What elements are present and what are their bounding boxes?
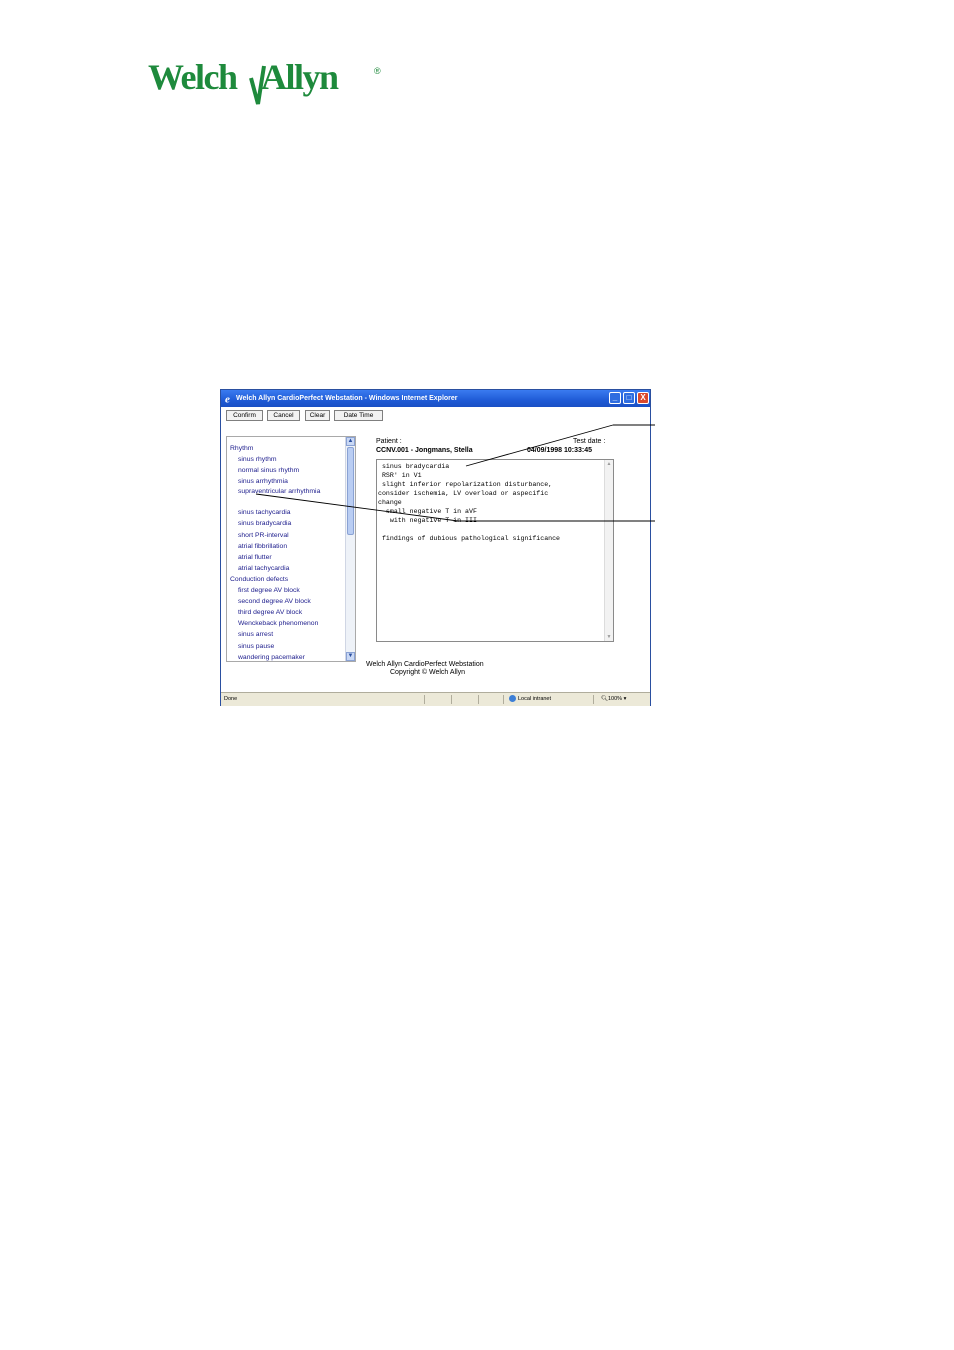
svg-text:®: ® xyxy=(374,66,381,76)
list-item[interactable]: supraventricular arrhythmia xyxy=(227,487,345,507)
list-item[interactable]: atrial tachycardia xyxy=(227,563,345,574)
logo-graphic: Welch Allyn ® xyxy=(148,57,381,105)
list-item[interactable]: short PR-interval xyxy=(227,530,345,541)
svg-text:Allyn: Allyn xyxy=(261,57,339,97)
list-scrollbar[interactable]: ▲ ▼ xyxy=(345,437,355,661)
footer-product: Welch Allyn CardioPerfect Webstation xyxy=(366,661,484,668)
confirm-button[interactable]: Confirm xyxy=(226,410,263,421)
chevron-down-icon[interactable]: ▾ xyxy=(624,696,627,702)
list-item[interactable]: sinus rhythm xyxy=(227,454,345,465)
zoom-value: 100% xyxy=(607,696,623,702)
list-item[interactable]: third degree AV block xyxy=(227,607,345,618)
list-item[interactable]: sinus pause xyxy=(227,641,345,652)
toolbar: Confirm Cancel Clear Date Time xyxy=(221,407,650,423)
close-button[interactable]: X xyxy=(637,392,649,404)
report-textarea[interactable]: sinus bradycardia RSR' in V1 slight infe… xyxy=(376,459,614,642)
scroll-thumb[interactable] xyxy=(347,447,354,535)
welch-allyn-logo: Welch Allyn ® xyxy=(148,54,388,110)
cancel-button[interactable]: Cancel xyxy=(267,410,300,421)
list-item[interactable]: wandering pacemaker xyxy=(227,652,345,661)
test-date-value: 04/09/1998 10:33:45 xyxy=(527,447,592,454)
clear-button[interactable]: Clear xyxy=(305,410,330,421)
list-category[interactable]: Rhythm xyxy=(227,443,345,454)
list-category[interactable]: Conduction defects xyxy=(227,574,345,585)
list-item[interactable]: sinus arrhythmia xyxy=(227,476,345,487)
scroll-up-icon[interactable]: ▲ xyxy=(346,437,355,446)
scroll-down-icon[interactable]: ▼ xyxy=(605,633,613,641)
window-title: Welch Allyn CardioPerfect Webstation - W… xyxy=(236,395,458,402)
globe-icon xyxy=(509,695,516,703)
scroll-up-icon[interactable]: ▲ xyxy=(605,460,613,468)
list-item[interactable]: atrial fibbrillation xyxy=(227,541,345,552)
test-date-label: Test date : xyxy=(573,438,606,445)
security-zone-label: Local intranet xyxy=(518,696,552,702)
list-item[interactable]: normal sinus rhythm xyxy=(227,465,345,476)
list-item[interactable]: second degree AV block xyxy=(227,596,345,607)
list-item[interactable]: Wenckeback phenomenon xyxy=(227,618,345,629)
internet-explorer-icon: e xyxy=(224,393,235,406)
diagnosis-list[interactable]: Rhythm sinus rhythm normal sinus rhythm sin… xyxy=(226,436,356,662)
status-bar: Done Local intranet 🔍︎100% ▾ xyxy=(221,692,650,706)
footer-copyright: Copyright © Welch Allyn xyxy=(390,669,466,676)
svg-text:e: e xyxy=(225,394,230,405)
datetime-button[interactable]: Date Time xyxy=(334,410,383,421)
zoom-level[interactable]: 🔍︎100% ▾ xyxy=(601,693,626,706)
list-item[interactable]: sinus tachycardia xyxy=(227,507,345,518)
browser-window: e Welch Allyn CardioPerfect Webstation -… xyxy=(220,389,651,706)
scroll-down-icon[interactable]: ▼ xyxy=(346,652,355,661)
security-zone: Local intranet xyxy=(509,693,551,706)
minimize-button[interactable]: _ xyxy=(609,392,621,404)
window-titlebar: e Welch Allyn CardioPerfect Webstation -… xyxy=(221,390,650,407)
status-text: Done xyxy=(224,696,238,702)
report-scrollbar[interactable]: ▲ ▼ xyxy=(604,460,613,641)
list-item[interactable]: first degree AV block xyxy=(227,585,345,596)
patient-value: CCNV.001 - Jongmans, Stella xyxy=(376,447,473,454)
maximize-button[interactable]: □ xyxy=(623,392,635,404)
svg-text:Welch: Welch xyxy=(148,57,238,97)
list-item[interactable]: atrial flutter xyxy=(227,552,345,563)
list-item[interactable]: sinus bradycardia xyxy=(227,518,345,529)
list-item[interactable]: sinus arrest xyxy=(227,629,345,640)
diagnosis-list-items: Rhythm sinus rhythm normal sinus rhythm sin… xyxy=(227,443,345,661)
patient-label: Patient : xyxy=(376,438,402,445)
magnifier-icon: 🔍︎ xyxy=(601,696,608,702)
report-text: sinus bradycardia RSR' in V1 slight infe… xyxy=(378,463,561,542)
